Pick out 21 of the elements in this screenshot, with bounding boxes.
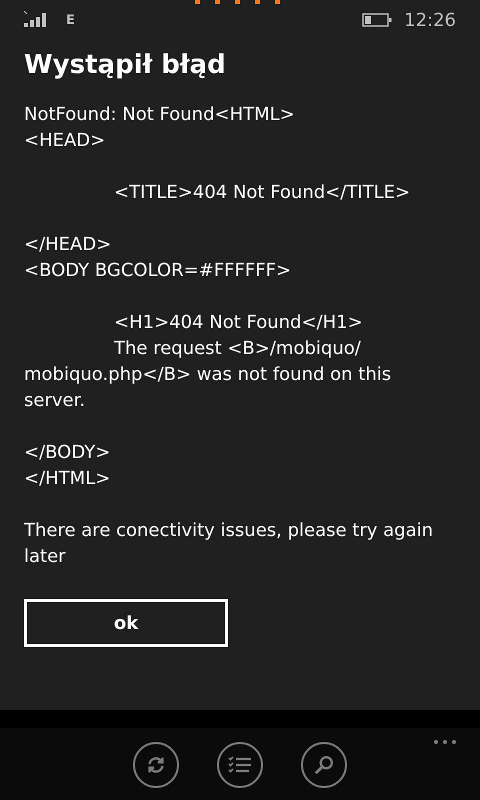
message-line: There are conectivity issues, please try again later — [24, 519, 434, 569]
refresh-button[interactable] — [133, 742, 179, 788]
search-icon — [313, 754, 335, 776]
message-line: <TITLE>404 Not Found</TITLE> — [113, 181, 412, 205]
battery-icon — [362, 13, 392, 27]
message-line: <H1>404 Not Found</H1> — [113, 311, 364, 335]
dialog-title: Wystąpił błąd — [24, 49, 227, 82]
clock-time: 12:26 — [404, 8, 456, 32]
search-button[interactable] — [301, 742, 347, 788]
message-line: </BODY> — [24, 441, 112, 465]
message-line: </HEAD> — [24, 233, 112, 257]
progress-dots-icon — [195, 0, 281, 4]
message-line: </HTML> — [24, 467, 112, 491]
list-button[interactable] — [217, 742, 263, 788]
message-line: NotFound: Not Found<HTML> — [24, 103, 296, 127]
more-button[interactable] — [432, 738, 458, 746]
network-type: E — [66, 12, 75, 30]
message-line: The request <B>/mobiquo/ mobiquo.php</B> was not found on this server. — [24, 337, 392, 413]
message-line: <HEAD> — [24, 129, 106, 153]
message-line: <BODY BGCOLOR=#FFFFFF> — [24, 259, 292, 283]
ok-button[interactable]: ok — [24, 599, 228, 647]
